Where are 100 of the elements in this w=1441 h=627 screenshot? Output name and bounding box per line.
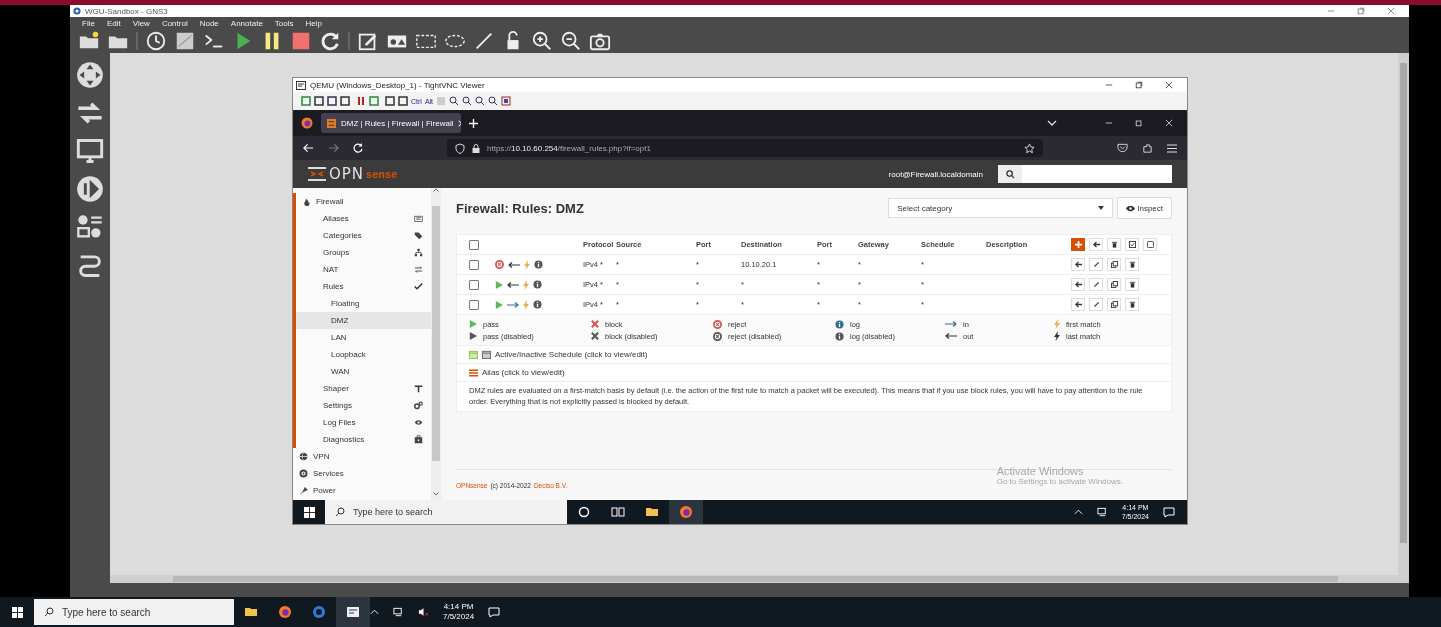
add-button[interactable] [1071, 238, 1085, 251]
browser-logo-icon[interactable] [301, 117, 313, 129]
menu-item[interactable]: Annotate [230, 18, 263, 28]
copy-button[interactable] [1107, 278, 1121, 291]
edit-button[interactable] [1089, 258, 1103, 271]
sidebar-item[interactable]: Aliases [296, 210, 431, 227]
pocket-icon[interactable] [1117, 143, 1128, 153]
chevron-up-icon[interactable] [1073, 509, 1083, 515]
reload-icon[interactable] [353, 143, 363, 153]
windows-start-icon[interactable] [303, 506, 315, 518]
sidebar-item[interactable]: Rules [296, 278, 431, 295]
search-field[interactable]: Type here to search [325, 500, 567, 524]
address-bar[interactable]: https://10.10.60.254/firewall_rules.php?if=opt1 [447, 139, 1043, 157]
grid-icon[interactable] [174, 30, 196, 52]
scroll-up-icon[interactable] [433, 188, 439, 192]
sidebar-item[interactable]: Settings [296, 397, 431, 414]
sidebar-item[interactable]: WAN [296, 363, 431, 380]
sidebar-item[interactable]: VPN [293, 448, 431, 465]
search-field[interactable] [1022, 165, 1172, 183]
back-icon[interactable] [303, 143, 314, 153]
taskbar-app-button[interactable] [336, 597, 370, 627]
windows-start-icon[interactable] [11, 606, 23, 618]
zoom-out-icon[interactable] [560, 30, 582, 52]
copy-button[interactable] [1107, 258, 1121, 271]
sidebar-item[interactable]: Shaper [296, 380, 431, 397]
menu-icon[interactable] [1167, 143, 1177, 153]
menu-item[interactable]: Tools [274, 18, 294, 28]
move-button[interactable] [1071, 298, 1085, 311]
menu-item[interactable]: Control [161, 18, 188, 28]
zoom-icon[interactable] [488, 96, 499, 106]
scrollbar-thumb[interactable] [1400, 63, 1407, 543]
move-icon[interactable] [76, 61, 104, 89]
menu-item[interactable]: Edit [106, 18, 121, 28]
monitor-icon[interactable] [76, 137, 104, 165]
delete-button[interactable] [1125, 298, 1139, 311]
scrollbar-thumb[interactable] [173, 576, 1338, 582]
search-field[interactable]: Type here to search [34, 599, 234, 625]
delete-button[interactable] [1125, 278, 1139, 291]
move-button[interactable] [1071, 258, 1085, 271]
alias-link[interactable]: Alias (click to view/edit) [482, 368, 565, 377]
reload-icon[interactable] [319, 30, 341, 52]
chevron-up-icon[interactable] [370, 609, 379, 615]
close-icon[interactable] [1165, 81, 1173, 89]
network-icon[interactable] [1096, 507, 1108, 517]
speaker-icon[interactable] [418, 607, 429, 617]
maximize-icon[interactable] [1135, 81, 1143, 89]
move-button[interactable] [1071, 278, 1085, 291]
scroll-down-icon[interactable] [433, 492, 439, 496]
sidebar-item[interactable]: Floating [296, 295, 431, 312]
clock-icon[interactable] [145, 30, 167, 52]
edit-button[interactable] [1089, 298, 1103, 311]
sidebar-item[interactable]: Services [293, 465, 431, 482]
new-tab-icon[interactable] [469, 118, 478, 128]
pause-circle-icon[interactable] [76, 175, 104, 203]
sidebar-item[interactable]: Log Files [296, 414, 431, 431]
forward-icon[interactable] [328, 143, 339, 153]
delete-button[interactable] [1125, 258, 1139, 271]
sidebar-item[interactable]: LAN [296, 329, 431, 346]
enable-button[interactable] [1125, 238, 1139, 251]
menu-item[interactable]: Help [305, 18, 322, 28]
disable-button[interactable] [1143, 238, 1157, 251]
sidebar-item[interactable]: Loopback [296, 346, 431, 363]
zoom-in-icon[interactable] [531, 30, 553, 52]
menu-item[interactable]: Node [199, 18, 219, 28]
notification-icon[interactable] [488, 606, 501, 618]
zoom-icon[interactable] [475, 96, 486, 106]
chevron-down-icon[interactable] [1047, 119, 1057, 127]
extensions-icon[interactable] [1142, 142, 1153, 154]
row-checkbox[interactable] [469, 279, 479, 290]
restore-icon[interactable] [1135, 119, 1143, 127]
inspect-button[interactable]: Inspect [1117, 197, 1172, 219]
network-icon[interactable] [393, 607, 404, 617]
delete-button[interactable] [1107, 238, 1121, 251]
zoom-in-icon[interactable] [449, 96, 460, 106]
devices-icon[interactable] [76, 213, 104, 241]
maximize-icon[interactable] [1357, 7, 1365, 15]
scrollbar-thumb[interactable] [432, 206, 440, 461]
menu-item[interactable]: File [82, 18, 95, 28]
move-button[interactable] [1089, 238, 1103, 251]
sidebar-item[interactable]: DMZ [296, 312, 431, 329]
sidebar-item[interactable]: NAT [296, 261, 431, 278]
stop-icon[interactable] [290, 30, 312, 52]
zoom-out-icon[interactable] [462, 96, 473, 106]
sidebar-item[interactable]: Power [293, 482, 431, 499]
search-button[interactable] [998, 165, 1022, 183]
sidebar-item[interactable]: Groups [296, 244, 431, 261]
row-checkbox[interactable] [469, 259, 479, 270]
sidebar-item[interactable]: Diagnostics [296, 431, 431, 448]
sidebar-item[interactable]: Categories [296, 227, 431, 244]
select-all-checkbox[interactable] [469, 239, 479, 250]
row-checkbox[interactable] [469, 299, 479, 310]
category-dropdown[interactable]: Select category [888, 198, 1114, 218]
minimize-icon[interactable] [1105, 119, 1113, 127]
bookmark-star-icon[interactable] [1024, 142, 1035, 154]
browser-tab[interactable]: DMZ | Rules | Firewall | Firewall [321, 113, 461, 133]
copy-button[interactable] [1107, 298, 1121, 311]
user-link[interactable]: root@Firewall.localdomain [888, 169, 983, 179]
notification-icon[interactable] [1163, 506, 1175, 518]
fullscreen-icon[interactable] [501, 96, 512, 106]
menu-item[interactable]: View [132, 18, 150, 28]
